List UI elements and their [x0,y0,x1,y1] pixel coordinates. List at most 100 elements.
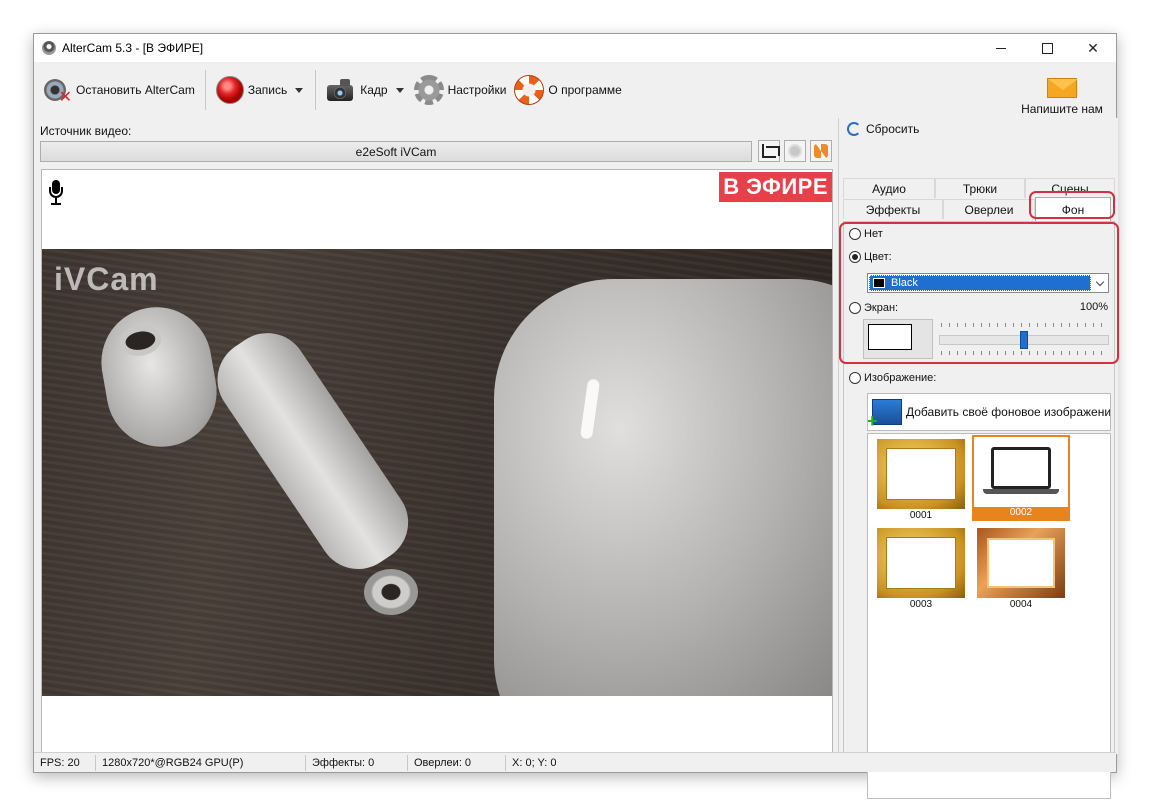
radio-color[interactable] [849,251,861,263]
screen-color-picker[interactable] [863,319,933,359]
camera-icon [326,77,356,103]
maximize-button[interactable] [1024,34,1070,62]
window-title: AlterCam 5.3 - [В ЭФИРЕ] [62,41,204,55]
option-color-label: Цвет: [864,251,892,263]
status-format: 1280x720*@RGB24 GPU(P) [96,754,306,771]
settings-label: Настройки [447,83,507,97]
lifebuoy-icon [514,75,545,105]
main-toolbar: ✕ Остановить AlterCam Запись Кадр Настро… [34,62,1116,118]
radio-image[interactable] [849,372,861,384]
reset-button[interactable]: Сбросить [847,122,919,136]
radio-screen[interactable] [849,302,861,314]
option-none-label: Нет [864,228,883,240]
earbuds-case-image [494,279,832,696]
gear-icon [413,75,444,105]
video-source-select[interactable]: e2eSoft iVCam [40,141,752,162]
thumbnail-caption: 0004 [1009,599,1033,610]
status-effects: Эффекты: 0 [306,754,408,771]
earbud-tip-image [364,569,418,615]
option-screen-label: Экран: [864,302,899,314]
settings-disabled-icon [788,144,802,158]
snapshot-dropdown-arrow-icon[interactable] [395,87,404,93]
flip-icon [814,144,828,158]
tab-audio[interactable]: Аудио [843,178,935,198]
toolbar-separator [315,70,317,110]
about-button[interactable]: О программе [510,68,625,112]
about-label: О программе [548,83,622,97]
snapshot-label: Кадр [360,83,388,97]
slider-ticks-top [941,323,1107,327]
tab-effects[interactable]: Эффекты [843,199,943,219]
camera-frame: iVCam [42,249,832,696]
option-image-label: Изображение: [864,372,937,384]
background-thumbnails: 0001 0002 0003 0004 [867,433,1111,799]
envelope-icon [1047,78,1078,98]
tab-scenes[interactable]: Сцены [1025,178,1115,198]
video-source-label: Источник видео: [40,124,132,138]
chevron-down-icon[interactable] [1092,275,1108,291]
tab-tricks[interactable]: Трюки [935,178,1025,198]
thumbnail-item[interactable]: 0004 [972,526,1070,612]
status-coords: X: 0; Y: 0 [512,756,557,769]
record-label: Запись [247,83,288,97]
close-button[interactable]: ✕ [1070,34,1116,62]
wood-frame-image [977,528,1065,598]
window-controls: ✕ [978,34,1116,62]
thumbnail-item[interactable]: 0002 [972,435,1070,521]
flip-button[interactable] [810,140,832,162]
radio-none[interactable] [849,228,861,240]
status-overlays: Оверлеи: 0 [408,754,506,771]
thumbnail-caption: 0003 [909,599,933,610]
gold-frame-image [877,439,965,509]
screen-slider[interactable] [939,323,1109,357]
thumbnail-item[interactable]: 0001 [872,437,970,523]
thumbnail-caption: 0001 [909,510,933,521]
crop-button[interactable] [758,140,780,162]
add-background-image-label: Добавить своё фоновое изображение [906,405,1111,419]
option-image[interactable]: Изображение: [849,372,936,384]
record-dropdown-arrow-icon[interactable] [295,87,304,93]
snapshot-button[interactable]: Кадр [322,68,391,112]
record-button[interactable]: Запись [212,68,291,112]
stop-altercam-button[interactable]: ✕ Остановить AlterCam [38,68,199,112]
settings-panel: Сбросить Аудио Трюки Сцены Эффекты Оверл… [838,118,1119,799]
thumbnail-caption: 0002 [974,507,1068,519]
add-image-icon [868,399,902,430]
status-fps: FPS: 20 [34,754,96,771]
option-none[interactable]: Нет [849,228,883,240]
screen-percent: 100% [1079,301,1108,313]
write-us-label: Напишите нам [1021,102,1103,116]
on-air-badge: В ЭФИРЕ [719,172,832,202]
gold-frame-image [877,528,965,598]
color-select[interactable]: Black [867,273,1109,293]
video-preview[interactable]: В ЭФИРЕ iVCam [41,169,833,753]
stop-camera-icon: ✕ [42,75,72,106]
add-background-image-button[interactable]: Добавить своё фоновое изображение [867,393,1111,431]
record-icon [215,76,244,104]
color-select-text: Black [891,277,918,289]
reset-arrow-icon [847,122,861,136]
color-select-value: Black [869,275,1091,291]
crop-icon [762,144,780,158]
ivcam-watermark: iVCam [54,261,159,297]
color-swatch [873,278,885,288]
settings-button[interactable]: Настройки [410,68,511,112]
toolbar-separator [204,70,206,110]
reset-label: Сбросить [866,122,920,136]
tab-overlays[interactable]: Оверлеи [943,199,1035,219]
app-webcam-icon [42,41,56,55]
app-window: AlterCam 5.3 - [В ЭФИРЕ] ✕ ✕ Остановить … [33,33,1119,799]
stop-altercam-label: Остановить AlterCam [76,83,195,97]
screen-color-swatch [868,324,912,350]
minimize-button[interactable] [978,34,1024,62]
status-bar: FPS: 20 1280x720*@RGB24 GPU(P) Эффекты: … [34,752,1116,772]
source-settings-button[interactable] [784,140,806,162]
write-us-button[interactable]: Напишите нам [1016,66,1108,116]
option-screen[interactable]: Экран: [849,302,898,314]
slider-thumb[interactable] [1020,331,1028,349]
tab-background[interactable]: Фон [1035,197,1111,221]
option-color[interactable]: Цвет: [849,251,892,263]
microphone-icon[interactable] [48,180,64,208]
thumbnail-item[interactable]: 0003 [872,526,970,612]
title-bar: AlterCam 5.3 - [В ЭФИРЕ] ✕ [34,34,1116,62]
